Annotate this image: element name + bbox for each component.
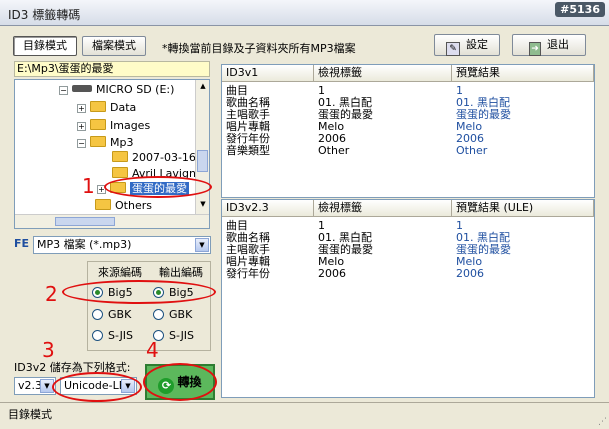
- resize-grip-icon[interactable]: ⋰: [598, 417, 607, 427]
- settings-icon: ✎: [446, 42, 460, 56]
- filetype-select[interactable]: MP3 檔案 (*.mp3) ▼: [33, 236, 211, 254]
- tree-item-others[interactable]: Others: [95, 198, 152, 214]
- folder-icon: [90, 119, 106, 130]
- watermark: #5136: [555, 2, 605, 17]
- annotation-oval-1: [104, 176, 212, 198]
- source-radio-gbk[interactable]: GBK: [92, 308, 131, 322]
- v2-header-2: 預覽結果 (ULE): [452, 200, 594, 217]
- exit-button[interactable]: ➜ 退出: [512, 34, 586, 56]
- output-radio-sjis[interactable]: S-JIS: [153, 329, 194, 343]
- tree-item-data[interactable]: + Data: [77, 100, 136, 116]
- settings-button[interactable]: ✎ 設定: [434, 34, 500, 56]
- tab-folder-mode[interactable]: 目錄模式: [13, 36, 77, 56]
- output-radio-gbk[interactable]: GBK: [153, 308, 192, 322]
- v2-cell-4-0: 發行年份: [226, 267, 270, 280]
- folder-icon: [112, 167, 128, 178]
- scroll-thumb[interactable]: [197, 150, 208, 172]
- id3v1-grid: ID3v1 檢視標籤 預覽結果 曲目 1 1 歌曲名稱 01. 黑白配 01. 黑白配 主唱…: [221, 64, 595, 198]
- status-text: 目錄模式: [8, 408, 52, 421]
- status-bar: 目錄模式 ⋰: [0, 402, 609, 429]
- v2-cell-4-1: 2006: [318, 267, 346, 280]
- tree-item-images[interactable]: + Images: [77, 118, 150, 134]
- folder-icon: [90, 101, 106, 112]
- v2-header-1: 檢視標籤: [314, 200, 452, 217]
- drive-icon: [72, 85, 92, 92]
- tree-item-mp3[interactable]: − Mp3: [77, 135, 133, 151]
- radio-icon: [92, 309, 103, 320]
- annotation-4: 4: [146, 338, 159, 362]
- v1-header-2: 預覽結果: [452, 65, 594, 82]
- title-bar: ID3 標籤轉碼 #5136: [0, 0, 609, 26]
- annotation-3: 3: [42, 338, 55, 362]
- filetype-badge: FE: [14, 237, 30, 250]
- v1-header-1: 檢視標籤: [314, 65, 452, 82]
- source-encoding-title: 來源編碼: [98, 266, 142, 279]
- tree-horizontal-scrollbar[interactable]: [15, 214, 209, 228]
- scroll-up-icon[interactable]: ▲: [198, 82, 208, 92]
- exit-label: 退出: [547, 38, 569, 51]
- window-title: ID3 標籤轉碼: [8, 8, 81, 22]
- radio-icon: [92, 330, 103, 341]
- folder-icon: [95, 199, 111, 210]
- radio-icon: [153, 309, 164, 320]
- source-radio-sjis[interactable]: S-JIS: [92, 329, 133, 343]
- folder-open-icon: [90, 136, 106, 147]
- chevron-down-icon[interactable]: ▼: [195, 238, 209, 252]
- v1-cell-5-1: Other: [318, 144, 350, 157]
- annotation-oval-4: [143, 363, 217, 401]
- tree-drive[interactable]: − MICRO SD (E:): [59, 82, 174, 98]
- annotation-oval-2: [62, 280, 216, 304]
- v1-cell-5-0: 音樂類型: [226, 144, 270, 157]
- annotation-2: 2: [45, 282, 58, 306]
- output-encoding-title: 輸出編碼: [159, 266, 203, 279]
- tree-item-2007[interactable]: 2007-03-16 [: [112, 150, 204, 166]
- folder-tree[interactable]: − MICRO SD (E:) + Data + Images − Mp3 2007-0…: [14, 79, 210, 229]
- path-field[interactable]: E:\Mp3\蛋蛋的最愛: [14, 61, 210, 77]
- annotation-1: 1: [82, 174, 95, 198]
- exit-icon: ➜: [529, 42, 541, 56]
- annotation-oval-3: [52, 372, 142, 402]
- v2-cell-4-2: 2006: [456, 267, 484, 280]
- v1-header-0: ID3v1: [222, 65, 314, 82]
- v1-cell-5-2: Other: [456, 144, 488, 157]
- tab-file-mode[interactable]: 檔案模式: [82, 36, 146, 56]
- mode-note: *轉換當前目錄及子資料夾所有MP3檔案: [162, 42, 356, 55]
- hscroll-thumb[interactable]: [55, 217, 115, 226]
- id3v2-grid: ID3v2.3 檢視標籤 預覽結果 (ULE) 曲目 1 1 歌曲名稱 01. 黑白配 0…: [221, 199, 595, 398]
- version-select[interactable]: v2.3 ▼: [14, 377, 56, 395]
- folder-icon: [112, 151, 128, 162]
- v2-header-0: ID3v2.3: [222, 200, 314, 217]
- scroll-down-icon[interactable]: ▼: [198, 200, 208, 210]
- settings-label: 設定: [466, 38, 488, 51]
